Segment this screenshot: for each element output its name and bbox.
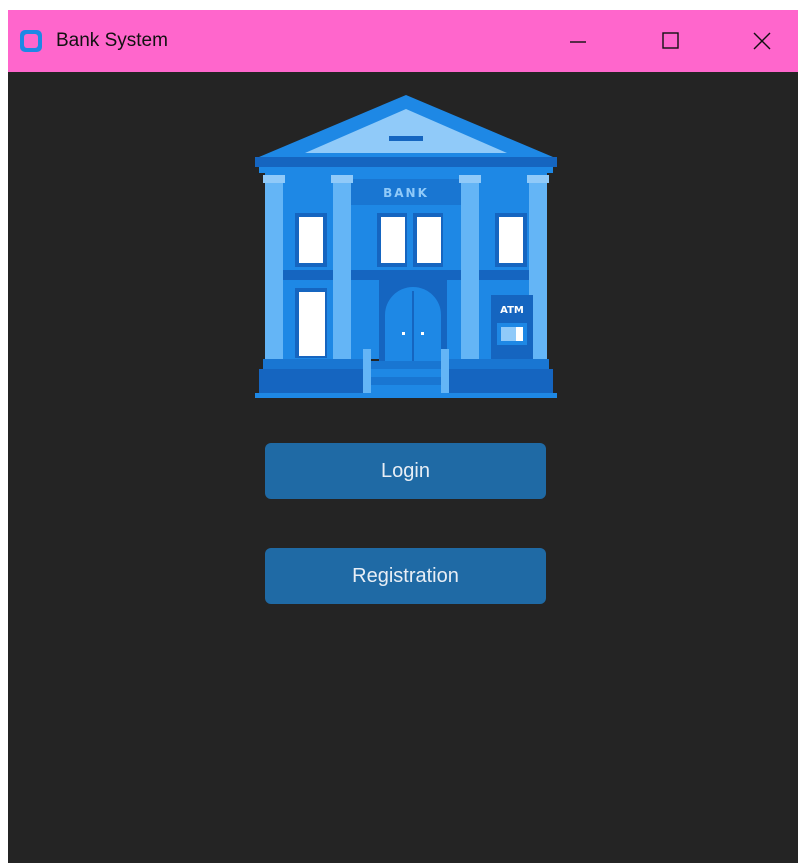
minimize-icon [570,41,586,43]
app-window: Bank System BANK ATM Login Registration [8,10,798,863]
minimize-button[interactable] [553,16,603,66]
atm-sign-text: ATM [500,305,524,316]
registration-button[interactable]: Registration [265,548,546,604]
close-icon [753,32,771,50]
bank-building-illustration: BANK ATM [255,95,557,398]
maximize-button[interactable] [645,16,695,66]
maximize-icon [662,32,679,49]
title-bar[interactable]: Bank System [8,10,798,72]
main-content: BANK ATM Login Registration [8,72,798,863]
login-button[interactable]: Login [265,443,546,499]
close-button[interactable] [737,16,787,66]
window-title: Bank System [56,30,168,51]
app-logo-icon [20,30,42,52]
bank-sign-text: BANK [383,186,429,200]
